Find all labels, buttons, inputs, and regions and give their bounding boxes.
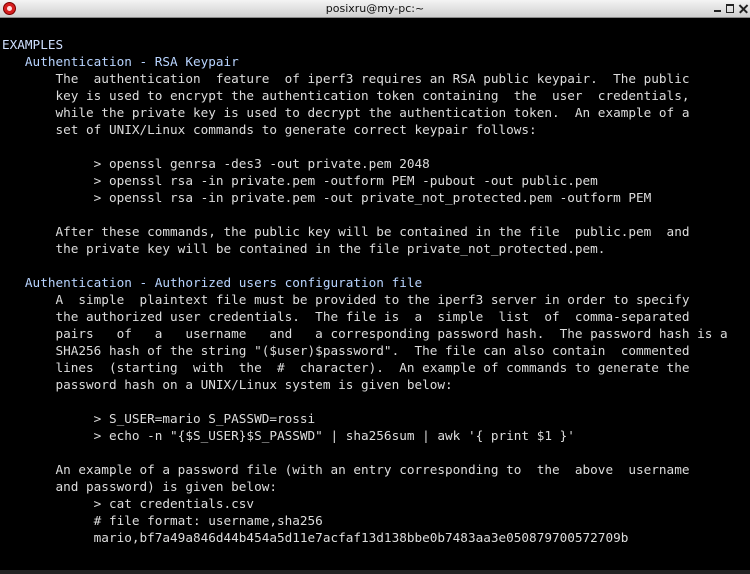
window-bottom-border xyxy=(0,570,750,574)
terminal-line: The authentication feature of iperf3 req… xyxy=(2,71,690,86)
terminal-line: An example of a password file (with an e… xyxy=(2,462,690,477)
command-line: # file format: username,sha256 xyxy=(2,513,323,528)
command-line: > cat credentials.csv xyxy=(2,496,255,511)
terminal-line: and password) is given below: xyxy=(2,479,277,494)
command-line: > echo -n "{$S_USER}$S_PASSWD" | sha256s… xyxy=(2,428,575,443)
terminal-line: the private key will be contained in the… xyxy=(2,241,606,256)
close-icon[interactable] xyxy=(738,3,749,14)
command-line: > openssl rsa -in private.pem -outform P… xyxy=(2,173,598,188)
command-line: mario,bf7a49a846d44b454a5d11e7acfaf13d13… xyxy=(2,530,629,545)
terminal-line: password hash on a UNIX/Linux system is … xyxy=(2,377,453,392)
terminal-line: key is used to encrypt the authenticatio… xyxy=(2,88,690,103)
terminal-output[interactable]: EXAMPLES Authentication - RSA Keypair Th… xyxy=(0,19,750,570)
window-title: posixru@my-pc:~ xyxy=(325,2,425,15)
terminal-line: A simple plaintext file must be provided… xyxy=(2,292,690,307)
section-heading: EXAMPLES xyxy=(2,37,64,52)
subsection-heading: Authentication - Authorized users config… xyxy=(2,275,423,290)
terminal-line: After these commands, the public key wil… xyxy=(2,224,690,239)
command-line: > openssl genrsa -des3 -out private.pem … xyxy=(2,156,430,171)
command-line: > S_USER=mario S_PASSWD=rossi xyxy=(2,411,316,426)
terminal-line: pairs of a username and a corresponding … xyxy=(2,326,728,341)
command-line: > openssl rsa -in private.pem -out priva… xyxy=(2,190,652,205)
terminal-window: posixru@my-pc:~ EXAMPLES Authentication … xyxy=(0,0,750,574)
minimize-icon[interactable] xyxy=(712,3,723,14)
subsection-heading: Authentication - RSA Keypair xyxy=(2,54,239,69)
terminal-line: set of UNIX/Linux commands to generate c… xyxy=(2,122,537,137)
maximize-icon[interactable] xyxy=(725,3,736,14)
title-bar[interactable]: posixru@my-pc:~ xyxy=(0,0,750,18)
terminal-line: while the private key is used to decrypt… xyxy=(2,105,690,120)
terminal-line: lines (starting with the # character). A… xyxy=(2,360,690,375)
terminal-line: SHA256 hash of the string "($user)$passw… xyxy=(2,343,690,358)
terminal-line: the authorized user credentials. The fil… xyxy=(2,309,690,324)
